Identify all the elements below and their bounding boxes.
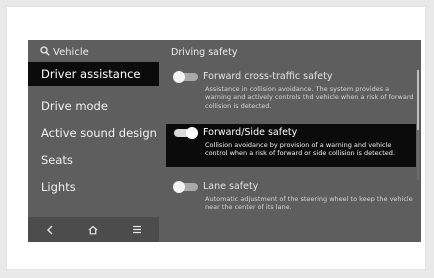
- setting-description: Collision avoidance by provision of a wa…: [205, 141, 395, 158]
- toggle-knob: [186, 127, 198, 139]
- setting-forward-side-safety[interactable]: Forward/Side safety Collision avoidance …: [166, 124, 416, 167]
- sidebar-item-drive-mode[interactable]: Drive mode: [28, 94, 159, 118]
- setting-title: Forward cross-traffic safety: [203, 71, 333, 82]
- menu-button[interactable]: [122, 219, 152, 241]
- home-button[interactable]: [78, 219, 108, 241]
- sidebar-item-driver-assistance[interactable]: Driver assistance: [28, 62, 159, 86]
- sidebar-item-seats[interactable]: Seats: [28, 148, 159, 172]
- setting-description: Assistance in collision avoidance. The s…: [205, 85, 414, 110]
- sidebar-title: Vehicle: [53, 47, 89, 58]
- setting-lane-safety[interactable]: Lane safety Automatic adjustment of the …: [166, 178, 416, 218]
- search-icon[interactable]: [40, 45, 50, 61]
- home-icon: [89, 225, 98, 234]
- setting-description: Automatic adjustment of the steering whe…: [205, 195, 413, 212]
- toggle-switch-off[interactable]: [173, 71, 198, 83]
- setting-title: Forward/Side safety: [203, 127, 298, 138]
- infotainment-screen: Vehicle Driver assistance Drive mode Act…: [28, 40, 421, 242]
- sidebar-item-lights[interactable]: Lights: [28, 175, 159, 199]
- sidebar: Vehicle Driver assistance Drive mode Act…: [28, 40, 159, 242]
- toggle-knob: [173, 71, 185, 83]
- section-title: Driving safety: [171, 47, 238, 58]
- sidebar-item-active-sound-design[interactable]: Active sound design: [28, 121, 159, 145]
- bottom-nav-bar: [28, 217, 159, 242]
- back-button[interactable]: [35, 219, 65, 241]
- toggle-switch-on[interactable]: [174, 127, 198, 139]
- back-icon: [46, 225, 53, 234]
- toggle-switch-off[interactable]: [173, 181, 198, 193]
- scrollbar-thumb[interactable]: [417, 70, 419, 130]
- settings-panel: Driving safety Forward cross-traffic saf…: [161, 40, 421, 242]
- toggle-knob: [173, 181, 185, 193]
- setting-forward-cross-traffic-safety[interactable]: Forward cross-traffic safety Assistance …: [166, 68, 416, 112]
- sidebar-header[interactable]: Vehicle: [40, 45, 89, 61]
- setting-title: Lane safety: [203, 181, 259, 192]
- menu-icon: [133, 225, 142, 234]
